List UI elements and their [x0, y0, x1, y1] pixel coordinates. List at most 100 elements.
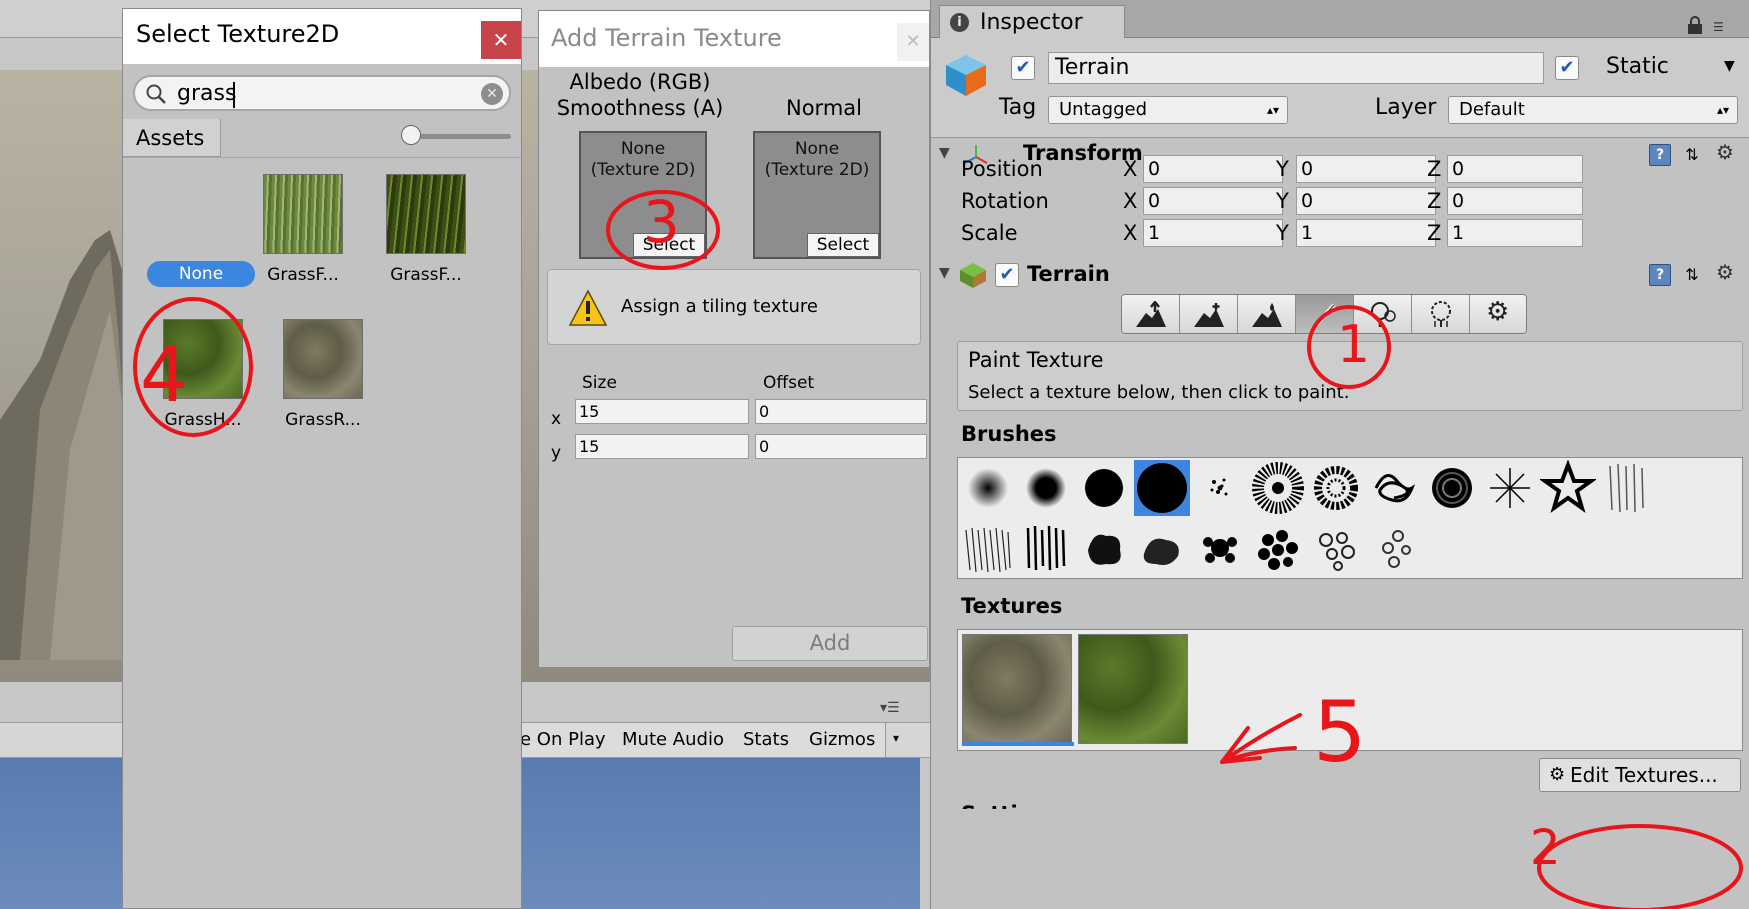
help-icon[interactable]: ?: [1649, 264, 1671, 286]
brush-splatter-2[interactable]: [1134, 520, 1190, 576]
position-x-field[interactable]: 0: [1143, 155, 1283, 183]
terrain-texture-rock[interactable]: [962, 634, 1072, 744]
brush-soft-medium[interactable]: [1018, 460, 1074, 516]
texture-search-input[interactable]: grass ✕: [133, 75, 511, 111]
rotation-x-field[interactable]: 0: [1143, 187, 1283, 215]
texture-thumb-grass-2[interactable]: [386, 174, 466, 254]
texture-thumb-grass-1[interactable]: [263, 174, 343, 254]
brush-blots-1[interactable]: [1192, 520, 1248, 576]
albedo-select-button[interactable]: Select: [633, 233, 705, 257]
mute-audio-toggle[interactable]: Mute Audio: [612, 723, 735, 757]
brush-blots-4[interactable]: [1366, 520, 1422, 576]
scale-z-field[interactable]: 1: [1447, 219, 1583, 247]
inspector-tab[interactable]: i Inspector: [939, 5, 1125, 39]
select-window-close-button[interactable]: ✕: [481, 21, 521, 59]
object-name-input[interactable]: Terrain: [1048, 52, 1544, 84]
brush-scribble[interactable]: [1366, 460, 1422, 516]
brush-grunge-2[interactable]: [1018, 520, 1074, 576]
brush-blots-2[interactable]: [1250, 520, 1306, 576]
scale-y-field[interactable]: 1: [1296, 219, 1436, 247]
search-input-value: grass: [177, 81, 237, 106]
texture-thumb-grass-rock[interactable]: [283, 319, 363, 399]
terrain-enabled-checkbox[interactable]: ✔: [995, 263, 1019, 287]
panel-menu-icon[interactable]: ▾☰: [880, 700, 900, 716]
updown-arrow-icon: ▴▾: [1716, 103, 1729, 117]
clear-search-icon[interactable]: ✕: [481, 83, 503, 105]
rotation-y-field[interactable]: 0: [1296, 187, 1436, 215]
layer-dropdown-value: Default: [1459, 99, 1525, 120]
add-window-close-button[interactable]: ✕: [897, 23, 929, 61]
texture-thumb-grass-hill[interactable]: [163, 319, 243, 399]
tag-dropdown[interactable]: Untagged ▴▾: [1048, 96, 1288, 124]
terrain-component-header[interactable]: ▼ ✔ Terrain ? ⇅ ⚙: [931, 256, 1749, 292]
gizmos-dropdown[interactable]: Gizmos: [799, 723, 887, 757]
terrain-texture-grass[interactable]: [1078, 634, 1188, 744]
gear-icon[interactable]: ⚙: [1716, 140, 1734, 164]
brush-swirl[interactable]: [1424, 460, 1480, 516]
select-texture2d-window: Select Texture2D ✕ grass ✕ Assets None G…: [122, 8, 522, 909]
brush-star[interactable]: [1538, 459, 1598, 516]
offset-label: Offset: [763, 373, 815, 393]
paint-details-tool[interactable]: [1412, 295, 1470, 333]
brush-noise-sparse[interactable]: [1192, 460, 1248, 516]
brush-streaks[interactable]: [1598, 460, 1654, 516]
place-trees-tool[interactable]: [1354, 295, 1412, 333]
brush-starburst[interactable]: [1482, 460, 1538, 516]
static-dropdown-arrow-icon[interactable]: ▼: [1724, 58, 1735, 74]
edit-textures-button[interactable]: ⚙ Edit Textures...: [1539, 758, 1741, 792]
textures-title: Textures: [961, 594, 1063, 618]
raise-lower-terrain-tool[interactable]: [1122, 295, 1180, 333]
albedo-texture-slot[interactable]: None (Texture 2D) Select: [579, 131, 707, 259]
brush-noise-dense[interactable]: [1250, 460, 1306, 516]
stats-toggle[interactable]: Stats: [733, 723, 800, 757]
smooth-height-tool[interactable]: [1238, 295, 1296, 333]
tiling-help-box: Assign a tiling texture: [547, 269, 921, 345]
size-x-field[interactable]: 15: [575, 399, 749, 424]
tab-menu-icon[interactable]: ☰: [1713, 20, 1724, 34]
brush-splatter-1[interactable]: [1076, 520, 1132, 576]
gear-icon[interactable]: ⚙: [1716, 260, 1734, 284]
paint-height-tool[interactable]: [1180, 295, 1238, 333]
gear-icon: ⚙: [1549, 764, 1566, 785]
active-checkbox[interactable]: ✔: [1011, 56, 1035, 80]
inspector-tab-label: Inspector: [980, 10, 1083, 35]
add-window-titlebar: Add Terrain Texture ✕: [539, 11, 929, 67]
x-label: x: [551, 409, 562, 429]
position-y-field[interactable]: 0: [1296, 155, 1436, 183]
foldout-arrow-icon[interactable]: ▼: [939, 265, 950, 281]
foldout-arrow-icon[interactable]: ▼: [939, 145, 950, 161]
normal-texture-slot[interactable]: None (Texture 2D) Select: [753, 131, 881, 259]
raise-terrain-icon: [1136, 301, 1166, 327]
maximize-on-play-toggle[interactable]: e On Play: [510, 723, 617, 757]
position-z-field[interactable]: 0: [1447, 155, 1583, 183]
brush-hard-large[interactable]: [1134, 460, 1190, 516]
static-checkbox[interactable]: ✔: [1555, 56, 1579, 80]
help-icon[interactable]: ?: [1649, 144, 1671, 166]
brush-noise-ring[interactable]: [1308, 460, 1364, 516]
inspector-tabbar: i Inspector ☰: [931, 0, 1749, 39]
offset-x-field[interactable]: 0: [755, 399, 927, 424]
rotation-label: Rotation: [961, 189, 1049, 213]
brush-blots-3[interactable]: [1308, 520, 1364, 576]
offset-y-field[interactable]: 0: [755, 434, 927, 459]
preset-icon[interactable]: ⇅: [1681, 144, 1703, 166]
preset-icon[interactable]: ⇅: [1681, 264, 1703, 286]
none-texture-option[interactable]: None: [147, 261, 255, 287]
scale-x-field[interactable]: 1: [1143, 219, 1283, 247]
add-terrain-texture-window: Add Terrain Texture ✕ Albedo (RGB) Smoot…: [538, 10, 930, 668]
thumbnail-size-slider-handle[interactable]: [401, 125, 421, 145]
brush-grunge-1[interactable]: [960, 520, 1016, 576]
terrain-settings-tool[interactable]: ⚙: [1470, 295, 1526, 333]
terrain-texture-palette: [957, 629, 1743, 751]
assets-tab[interactable]: Assets: [123, 119, 221, 157]
brush-soft-small[interactable]: [960, 460, 1016, 516]
add-button[interactable]: Add: [732, 626, 928, 661]
normal-select-button[interactable]: Select: [807, 233, 879, 257]
paint-height-icon: [1194, 303, 1224, 327]
rotation-z-field[interactable]: 0: [1447, 187, 1583, 215]
paint-texture-tool[interactable]: [1296, 295, 1354, 333]
brush-hard-medium[interactable]: [1076, 460, 1132, 516]
lock-icon[interactable]: [1687, 16, 1703, 34]
layer-dropdown[interactable]: Default ▴▾: [1448, 96, 1738, 124]
size-y-field[interactable]: 15: [575, 434, 749, 459]
